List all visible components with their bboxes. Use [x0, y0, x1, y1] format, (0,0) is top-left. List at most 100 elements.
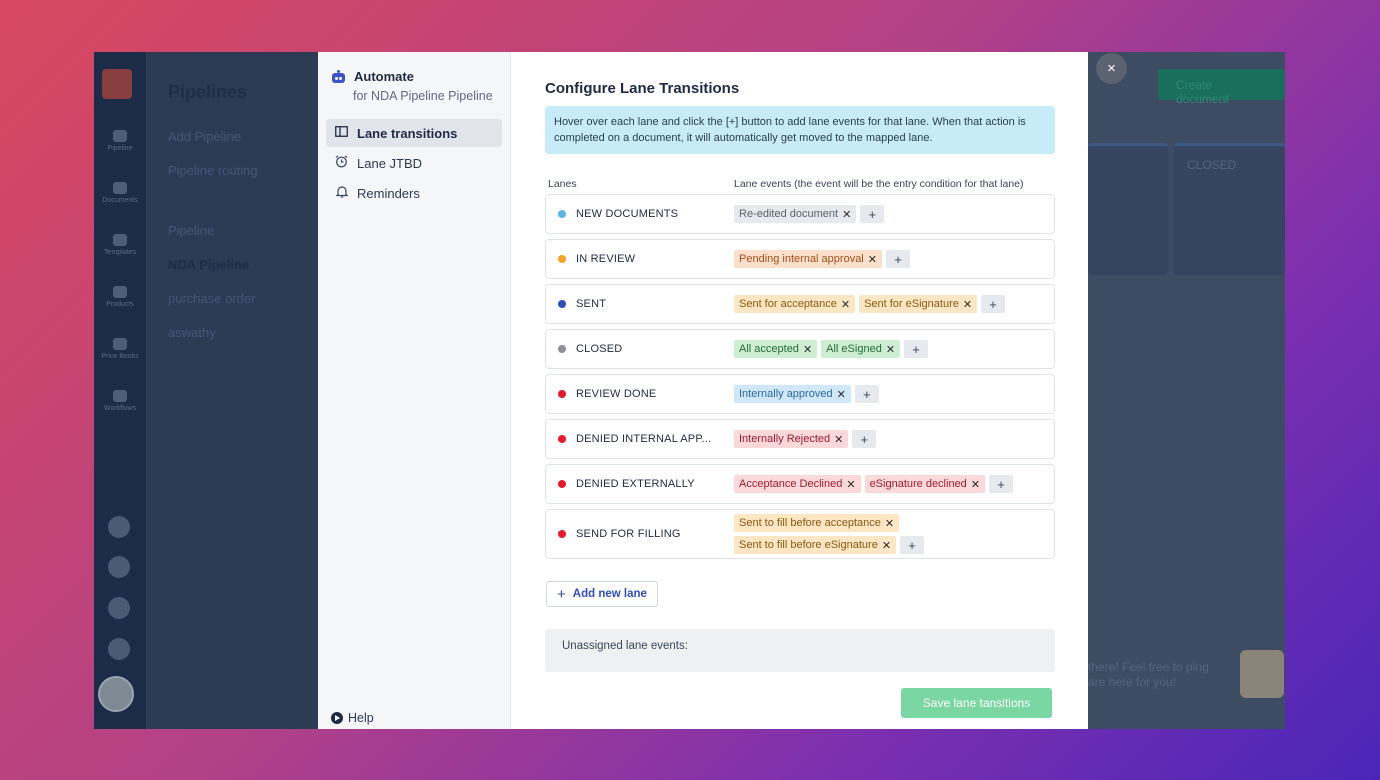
price-books-icon: [113, 338, 127, 350]
lane-events: Pending internal approval ✕ +: [734, 246, 1054, 272]
add-lane-event-button[interactable]: +: [904, 340, 929, 358]
lane-label: IN REVIEW: [546, 253, 734, 265]
lane-row[interactable]: DENIED INTERNAL APP... Internally Rejecte…: [545, 419, 1055, 459]
lane-row[interactable]: NEW DOCUMENTS Re-edited document ✕ +: [545, 194, 1055, 234]
remove-event-icon[interactable]: ✕: [846, 478, 855, 491]
lane-name: SEND FOR FILLING: [576, 528, 681, 540]
close-icon: ×: [1107, 60, 1116, 77]
sidebar-title: Automate: [354, 69, 414, 84]
check-icon[interactable]: [108, 638, 130, 660]
lane-color-dot: [558, 255, 566, 263]
pipeline-item[interactable]: NDA Pipeline: [168, 257, 249, 272]
rail-item-templates[interactable]: Templates: [94, 234, 146, 256]
board-lane-title: CLOSED: [1187, 158, 1237, 172]
remove-event-icon[interactable]: ✕: [803, 343, 812, 356]
lane-event-tag: Sent to fill before acceptance ✕: [734, 514, 900, 532]
lane-row[interactable]: IN REVIEW Pending internal approval ✕ +: [545, 239, 1055, 279]
sidebar-item-lane-jtbd[interactable]: Lane JTBD: [326, 149, 502, 177]
gift-icon[interactable]: [108, 516, 130, 538]
remove-event-icon[interactable]: ✕: [842, 208, 851, 221]
rail-item-documents[interactable]: Documents: [94, 182, 146, 204]
pipeline-item[interactable]: Pipeline: [168, 223, 214, 238]
add-lane-event-button[interactable]: +: [860, 205, 885, 223]
lane-event-label: eSignature declined: [869, 478, 967, 490]
lane-events: Sent to fill before acceptance ✕ Sent to f…: [734, 510, 1054, 558]
add-lane-event-button[interactable]: +: [852, 430, 877, 448]
pipeline-item[interactable]: aswathy: [168, 325, 216, 340]
lane-event-tag: Re-edited document ✕: [734, 205, 857, 223]
pipeline-item[interactable]: purchase order: [168, 291, 255, 306]
app-logo: [102, 69, 132, 99]
add-new-lane-button[interactable]: + Add new lane: [546, 581, 658, 607]
close-modal-button[interactable]: ×: [1096, 53, 1127, 84]
remove-event-icon[interactable]: ✕: [886, 343, 895, 356]
lane-name: SENT: [576, 298, 607, 310]
alarm-clock-icon: [335, 155, 348, 171]
pipeline-routing-link[interactable]: Pipeline routing: [168, 163, 258, 178]
lane-row[interactable]: SEND FOR FILLING Sent to fill before acce…: [545, 509, 1055, 559]
remove-event-icon[interactable]: ✕: [837, 388, 846, 401]
rail-item-workflows[interactable]: Workflows: [94, 390, 146, 412]
lane-label: NEW DOCUMENTS: [546, 208, 734, 220]
unassigned-events-box: Unassigned lane events:: [545, 629, 1055, 672]
chat-agent-avatar: [1240, 650, 1284, 698]
info-banner: Hover over each lane and click the [+] b…: [545, 106, 1055, 154]
lane-event-label: Sent to fill before acceptance: [739, 517, 881, 529]
lane-color-dot: [558, 390, 566, 398]
pipeline-icon: [113, 130, 127, 142]
lane-row[interactable]: CLOSED All accepted ✕ All eSigned ✕ +: [545, 329, 1055, 369]
sidebar-subtitle: for NDA Pipeline Pipeline: [353, 89, 493, 103]
remove-event-icon[interactable]: ✕: [971, 478, 980, 491]
sidebar-nav: Lane transitions Lane JTBD Reminders: [326, 119, 502, 209]
board-lane-closed: CLOSED: [1174, 143, 1285, 275]
lane-event-label: Sent for acceptance: [739, 298, 837, 310]
add-lane-event-button[interactable]: +: [885, 250, 910, 268]
remove-event-icon[interactable]: ✕: [882, 539, 891, 552]
lane-events: Sent for acceptance ✕ Sent for eSignature ✕…: [734, 291, 1054, 317]
remove-event-icon[interactable]: ✕: [841, 298, 850, 311]
lane-label: CLOSED: [546, 343, 734, 355]
remove-event-icon[interactable]: ✕: [963, 298, 972, 311]
add-lane-event-button[interactable]: +: [989, 475, 1014, 493]
rail-item-products[interactable]: Products: [94, 286, 146, 308]
users-icon[interactable]: [108, 556, 130, 578]
lane-events: All accepted ✕ All eSigned ✕ +: [734, 336, 1054, 362]
remove-event-icon[interactable]: ✕: [885, 517, 894, 530]
add-lane-event-button[interactable]: +: [854, 385, 879, 403]
rail-item-price-books[interactable]: Price Books: [94, 338, 146, 360]
save-lane-transitions-button[interactable]: Save lane tansitions: [901, 688, 1052, 718]
remove-event-icon[interactable]: ✕: [834, 433, 843, 446]
lane-label: REVIEW DONE: [546, 388, 734, 400]
lane-label: DENIED EXTERNALLY: [546, 478, 734, 490]
lane-label: SENT: [546, 298, 734, 310]
settings-icon[interactable]: [108, 597, 130, 619]
add-lane-event-button[interactable]: +: [900, 536, 925, 554]
lane-row[interactable]: SENT Sent for acceptance ✕ Sent for eSignat…: [545, 284, 1055, 324]
play-circle-icon: [331, 712, 343, 724]
page-title: Configure Lane Transitions: [545, 80, 740, 97]
lane-list: NEW DOCUMENTS Re-edited document ✕ + IN REVI…: [545, 194, 1055, 564]
help-link[interactable]: Help: [331, 711, 374, 725]
lane-event-tag: Sent for eSignature ✕: [859, 295, 978, 313]
lane-row[interactable]: REVIEW DONE Internally approved ✕ +: [545, 374, 1055, 414]
rail-item-pipeline[interactable]: Pipeline: [94, 130, 146, 152]
lane-name: CLOSED: [576, 343, 623, 355]
lane-event-label: Sent to fill before eSignature: [739, 539, 878, 551]
create-document-button[interactable]: Create document: [1158, 69, 1285, 106]
modal-main: Configure Lane Transitions Hover over ea…: [511, 52, 1088, 729]
lane-event-tag: Internally approved ✕: [734, 385, 851, 403]
add-pipeline-link[interactable]: Add Pipeline: [168, 129, 241, 144]
lane-event-tag: eSignature declined ✕: [864, 475, 986, 493]
lane-label: SEND FOR FILLING: [546, 528, 734, 540]
sidebar-item-reminders[interactable]: Reminders: [326, 179, 502, 207]
lane-name: REVIEW DONE: [576, 388, 657, 400]
remove-event-icon[interactable]: ✕: [868, 253, 877, 266]
sidebar-item-lane-transitions[interactable]: Lane transitions: [326, 119, 502, 147]
add-lane-event-button[interactable]: +: [981, 295, 1006, 313]
chat-bubble[interactable]: there! Feel free to ping are here for yo…: [1088, 660, 1209, 690]
panel-title: Pipelines: [168, 82, 248, 102]
lane-event-label: Pending internal approval: [739, 253, 864, 265]
lane-row[interactable]: DENIED EXTERNALLY Acceptance Declined ✕ eSi…: [545, 464, 1055, 504]
lane-name: IN REVIEW: [576, 253, 636, 265]
avatar[interactable]: [98, 676, 134, 712]
